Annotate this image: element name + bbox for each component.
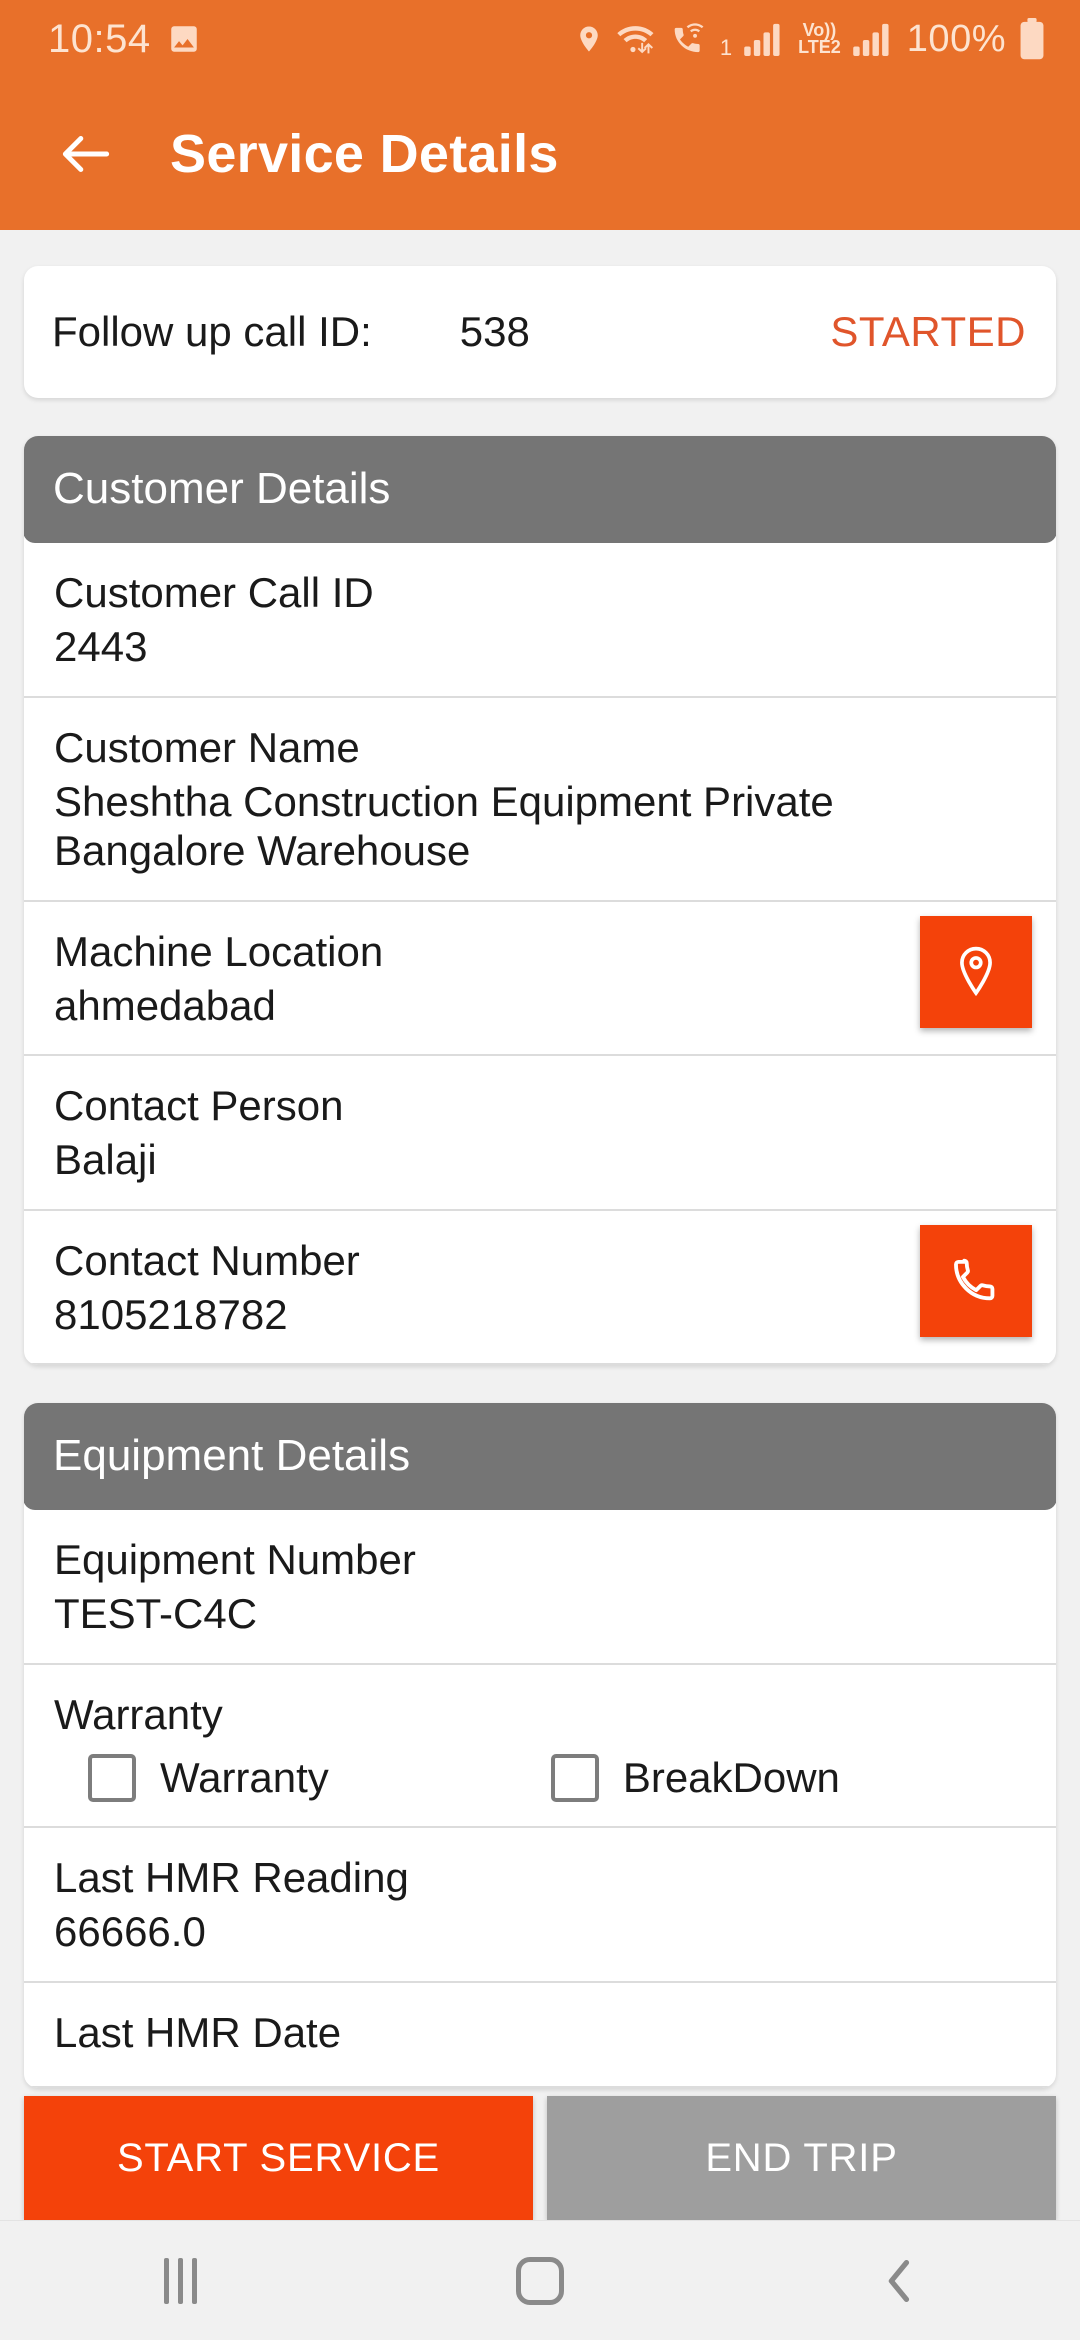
last-hmr-reading-label: Last HMR Reading — [54, 1854, 409, 1902]
machine-location-label: Machine Location — [54, 927, 384, 975]
breakdown-checkbox-item[interactable]: BreakDown — [550, 1754, 840, 1803]
phone-screen: 10:54 1 Vo)) LTE2 100% Service Details F… — [0, 0, 1080, 2340]
page-title: Service Details — [170, 124, 559, 184]
home-icon[interactable] — [465, 2221, 615, 2340]
start-service-button[interactable]: START SERVICE — [24, 2096, 533, 2220]
battery-percentage-label: 100% — [906, 17, 1006, 60]
warranty-checkbox-group: Warranty BreakDown — [54, 1754, 1026, 1803]
follow-up-call-id-label: Follow up call ID: — [52, 308, 372, 355]
customer-call-id-label: Customer Call ID — [54, 569, 374, 616]
status-badge: STARTED — [830, 308, 1026, 355]
customer-details-body: Customer Call ID 2443 Customer Name Shes… — [24, 543, 1056, 1366]
customer-name-value: Sheshtha Construction Equipment Private … — [54, 777, 834, 875]
table-row: Machine Location ahmedabad — [24, 902, 1056, 1057]
customer-name-label: Customer Name — [54, 723, 360, 771]
scroll-content[interactable]: Follow up call ID: 538 STARTED Customer … — [0, 230, 1080, 2220]
equipment-details-title: Equipment Details — [53, 1431, 411, 1481]
table-row: Contact Person Balaji — [24, 1056, 1056, 1211]
status-bar-right: 1 Vo)) LTE2 100% — [574, 18, 1046, 61]
last-hmr-reading-value: 66666.0 — [54, 1908, 206, 1956]
wifi-icon — [616, 21, 658, 57]
last-hmr-date-label: Last HMR Date — [54, 2008, 342, 2056]
signal-bars-icon — [744, 22, 786, 56]
end-trip-button[interactable]: END TRIP — [547, 2096, 1056, 2220]
warranty-checkbox-label: Warranty — [160, 1754, 329, 1802]
map-pin-icon[interactable] — [920, 915, 1032, 1028]
image-icon — [167, 22, 201, 56]
table-row: Last HMR Reading 66666.0 — [24, 1828, 1056, 1983]
bottom-action-bar: START SERVICE END TRIP — [0, 2096, 1080, 2220]
follow-up-call-card: Follow up call ID: 538 STARTED — [24, 266, 1056, 398]
customer-details-card: Customer Details Customer Call ID 2443 C… — [24, 436, 1056, 1366]
follow-up-call-id-value: 538 — [459, 308, 530, 355]
table-row: Contact Number 8105218782 — [24, 1211, 1056, 1366]
contact-number-value: 8105218782 — [54, 1290, 288, 1338]
customer-details-header: Customer Details — [24, 436, 1056, 543]
equipment-details-header: Equipment Details — [24, 1403, 1056, 1511]
warranty-label: Warranty — [54, 1691, 223, 1739]
contact-number-label: Contact Number — [54, 1236, 360, 1284]
android-navigation-bar — [0, 2220, 1080, 2340]
warranty-checkbox[interactable] — [88, 1754, 136, 1803]
contact-person-label: Contact Person — [54, 1082, 344, 1130]
customer-details-title: Customer Details — [53, 464, 391, 513]
status-bar-left: 10:54 — [48, 17, 201, 62]
location-pin-icon — [574, 21, 604, 57]
equipment-details-body: Equipment Number TEST-C4C Warranty Warra… — [24, 1510, 1056, 2088]
warranty-row: Warranty Warranty BreakDown — [24, 1665, 1056, 1829]
equipment-details-card: Equipment Details Equipment Number TEST-… — [24, 1403, 1056, 2088]
arrow-left-icon[interactable] — [48, 116, 124, 192]
volte-icon: Vo)) LTE2 — [798, 21, 841, 57]
contact-person-value: Balaji — [54, 1136, 157, 1184]
app-bar: Service Details — [0, 78, 1080, 230]
phone-icon[interactable] — [920, 1224, 1032, 1337]
status-bar: 10:54 1 Vo)) LTE2 100% — [0, 0, 1080, 78]
table-row: Customer Call ID 2443 — [24, 543, 1056, 698]
table-row: Customer Name Sheshtha Construction Equi… — [24, 698, 1056, 902]
warranty-checkbox-item[interactable]: Warranty — [88, 1754, 329, 1803]
breakdown-checkbox-label: BreakDown — [622, 1754, 840, 1802]
equipment-number-value: TEST-C4C — [54, 1590, 258, 1638]
breakdown-checkbox[interactable] — [550, 1754, 599, 1803]
customer-call-id-value: 2443 — [54, 623, 148, 671]
table-row: Equipment Number TEST-C4C — [24, 1510, 1056, 1666]
sim-one-label: 1 — [719, 34, 733, 60]
back-icon[interactable] — [825, 2221, 975, 2340]
status-bar-clock: 10:54 — [48, 16, 151, 61]
signal-bars-icon-2 — [853, 22, 895, 56]
equipment-number-label: Equipment Number — [54, 1536, 416, 1584]
recents-icon[interactable] — [105, 2221, 255, 2340]
machine-location-value: ahmedabad — [54, 981, 276, 1029]
wifi-calling-icon — [670, 21, 712, 57]
table-row: Last HMR Date — [24, 1983, 1056, 2088]
volte-bottom-label: LTE2 — [798, 37, 841, 57]
battery-icon — [1018, 18, 1046, 60]
